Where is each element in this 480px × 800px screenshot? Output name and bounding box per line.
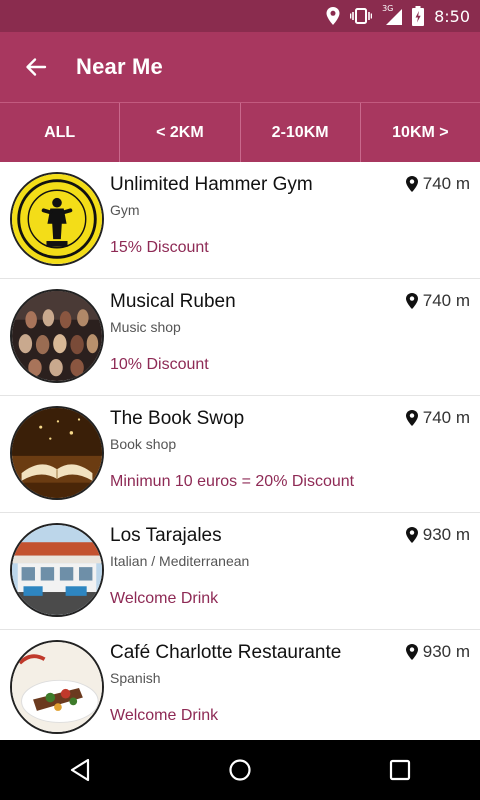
restaurant-image <box>10 523 104 617</box>
nav-recents-button[interactable] <box>370 740 430 800</box>
place-name: Los Tarajales <box>110 525 222 546</box>
place-distance: 740 m <box>405 408 470 428</box>
music-shop-image <box>10 289 104 383</box>
place-category: Spanish <box>110 670 161 686</box>
place-name: Unlimited Hammer Gym <box>110 174 313 195</box>
circle-home-icon <box>229 759 251 781</box>
square-recents-icon <box>389 759 411 781</box>
distance-value: 930 m <box>422 642 470 661</box>
place-offer: Welcome Drink <box>110 707 219 724</box>
location-pin-icon <box>405 293 418 309</box>
place-offer: Minimun 10 euros = 20% Discount <box>110 473 355 490</box>
cafe-image <box>10 640 104 734</box>
system-navigation-bar <box>0 740 480 800</box>
tab-all[interactable]: ALL <box>0 103 121 162</box>
place-offer: 10% Discount <box>110 356 209 373</box>
triangle-back-icon <box>70 758 90 782</box>
location-pin-icon <box>405 527 418 543</box>
place-offer: Welcome Drink <box>110 590 219 607</box>
place-name: Café Charlotte Restaurante <box>110 642 342 663</box>
gym-logo-image <box>10 172 104 266</box>
location-pin-icon <box>405 410 418 426</box>
place-category: Gym <box>110 202 140 218</box>
clock: 8:50 <box>434 6 470 26</box>
vibrate-icon <box>350 8 373 24</box>
location-pin-icon <box>405 176 418 192</box>
places-list: Unlimited Hammer Gym Gym 15% Discount 74… <box>0 162 480 740</box>
back-button[interactable] <box>18 49 54 85</box>
distance-value: 740 m <box>422 291 470 310</box>
status-bar: 3G 8:50 <box>0 0 480 32</box>
list-item[interactable]: Musical Ruben Music shop 10% Discount 74… <box>0 279 480 396</box>
place-offer: 15% Discount <box>110 239 209 256</box>
network-icon: 3G <box>382 4 403 25</box>
location-status-icon <box>326 7 340 25</box>
location-pin-icon <box>405 644 418 660</box>
list-item[interactable]: Los Tarajales Italian / Mediterranean We… <box>0 513 480 630</box>
place-distance: 930 m <box>405 642 470 662</box>
place-category: Book shop <box>110 436 177 452</box>
distance-value: 740 m <box>422 408 470 427</box>
distance-value: 930 m <box>422 525 470 544</box>
place-distance: 930 m <box>405 525 470 545</box>
status-icons: 3G 8:50 <box>326 0 470 32</box>
list-item[interactable]: Unlimited Hammer Gym Gym 15% Discount 74… <box>0 162 480 279</box>
place-distance: 740 m <box>405 291 470 311</box>
distance-value: 740 m <box>422 174 470 193</box>
tab-2-10km[interactable]: 2-10KM <box>241 103 361 162</box>
battery-icon <box>412 6 425 26</box>
back-arrow-icon <box>26 58 47 76</box>
tab-under-2km[interactable]: < 2KM <box>120 103 241 162</box>
nav-back-button[interactable] <box>50 740 110 800</box>
page-title: Near Me <box>76 54 163 79</box>
app-bar: Near Me <box>0 32 480 102</box>
place-category: Music shop <box>110 319 181 335</box>
list-item[interactable]: Café Charlotte Restaurante Spanish Welco… <box>0 630 480 740</box>
place-category: Italian / Mediterranean <box>110 553 250 569</box>
place-distance: 740 m <box>405 174 470 194</box>
nav-home-button[interactable] <box>210 740 270 800</box>
place-name: Musical Ruben <box>110 291 236 312</box>
list-item[interactable]: The Book Swop Book shop Minimun 10 euros… <box>0 396 480 513</box>
tab-over-10km[interactable]: 10KM > <box>361 103 480 162</box>
distance-filter-tabs: ALL < 2KM 2-10KM 10KM > <box>0 102 480 162</box>
book-shop-image <box>10 406 104 500</box>
place-name: The Book Swop <box>110 408 245 429</box>
